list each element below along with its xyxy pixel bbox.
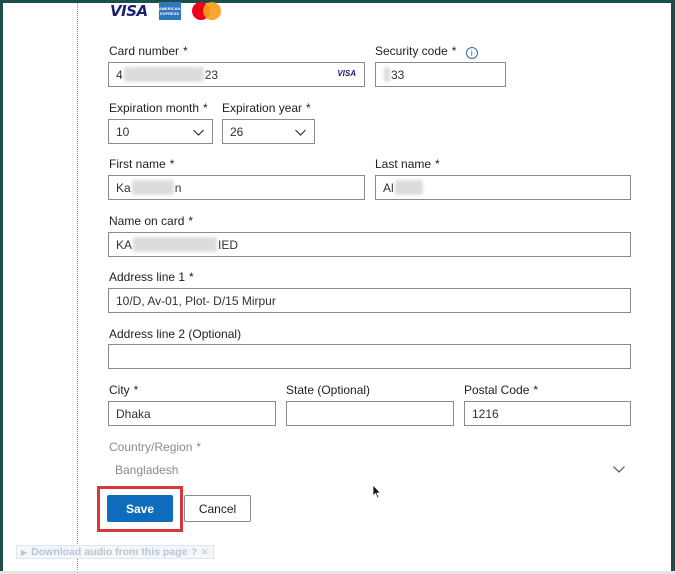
state-label: State (Optional) [286,383,371,397]
address-line1-label: Address line 1 * [109,270,194,284]
redacted-blur [133,237,218,252]
expiration-month-select[interactable]: 10 [108,119,213,144]
expiration-year-value: 26 [230,124,244,139]
expiration-month-value: 10 [116,124,130,139]
redacted-blur [394,180,423,195]
city-input[interactable]: Dhaka [108,401,276,426]
card-number-input[interactable]: 4 23 VISA [108,62,365,87]
last-name-label: Last name * [375,157,440,171]
mastercard-icon [191,2,221,20]
visa-logo: VISA [110,2,148,20]
close-icon[interactable]: ✕ [201,547,209,558]
name-on-card-label: Name on card * [109,214,194,228]
first-name-label: First name * [109,157,175,171]
country-select[interactable]: Bangladesh [115,463,178,477]
redacted-blur [131,180,174,195]
amex-logo: AMERICAN EXPRESS [158,2,181,20]
last-name-input[interactable]: Al [375,175,631,200]
download-audio-link[interactable]: Download audio from this page [31,546,187,558]
first-name-input[interactable]: Ka n [108,175,365,200]
card-brand-logos: VISA AMERICAN EXPRESS [110,1,221,21]
expiration-year-select[interactable]: 26 [222,119,315,144]
save-button[interactable]: Save [107,495,173,522]
help-icon[interactable]: ? [192,547,198,557]
expiration-year-label: Expiration year * [222,101,311,115]
visa-icon: VISA [337,69,356,78]
postal-code-input[interactable]: 1216 [464,401,631,426]
security-code-input[interactable]: 33 [375,62,506,87]
window-left-border [0,0,3,574]
address-line2-label: Address line 2 (Optional) [109,327,242,341]
mouse-cursor-icon [372,484,382,499]
security-code-label: Security code * i [375,44,478,59]
redacted-blur [123,67,204,82]
state-input[interactable] [286,401,454,426]
address-line1-input[interactable]: 10/D, Av-01, Plot- D/15 Mirpur [108,288,631,313]
window-top-border [0,0,675,3]
name-on-card-input[interactable]: KA IED [108,232,631,257]
cancel-button[interactable]: Cancel [184,495,251,522]
window-right-border [671,0,675,574]
dotted-divider [77,3,78,574]
chevron-down-icon [295,129,306,136]
card-number-label: Card number * [109,44,188,58]
chevron-down-icon [613,466,625,473]
address-line2-input[interactable] [108,344,631,369]
download-audio-bar[interactable]: ▶ Download audio from this page ? ✕ [16,545,214,559]
info-icon[interactable]: i [465,47,478,59]
postal-code-label: Postal Code * [464,383,539,397]
expiration-month-label: Expiration month * [109,101,208,115]
country-label: Country/Region * [109,440,202,454]
play-icon: ▶ [21,547,28,557]
city-label: City * [109,383,139,397]
chevron-down-icon [193,129,204,136]
redacted-blur [384,67,390,82]
